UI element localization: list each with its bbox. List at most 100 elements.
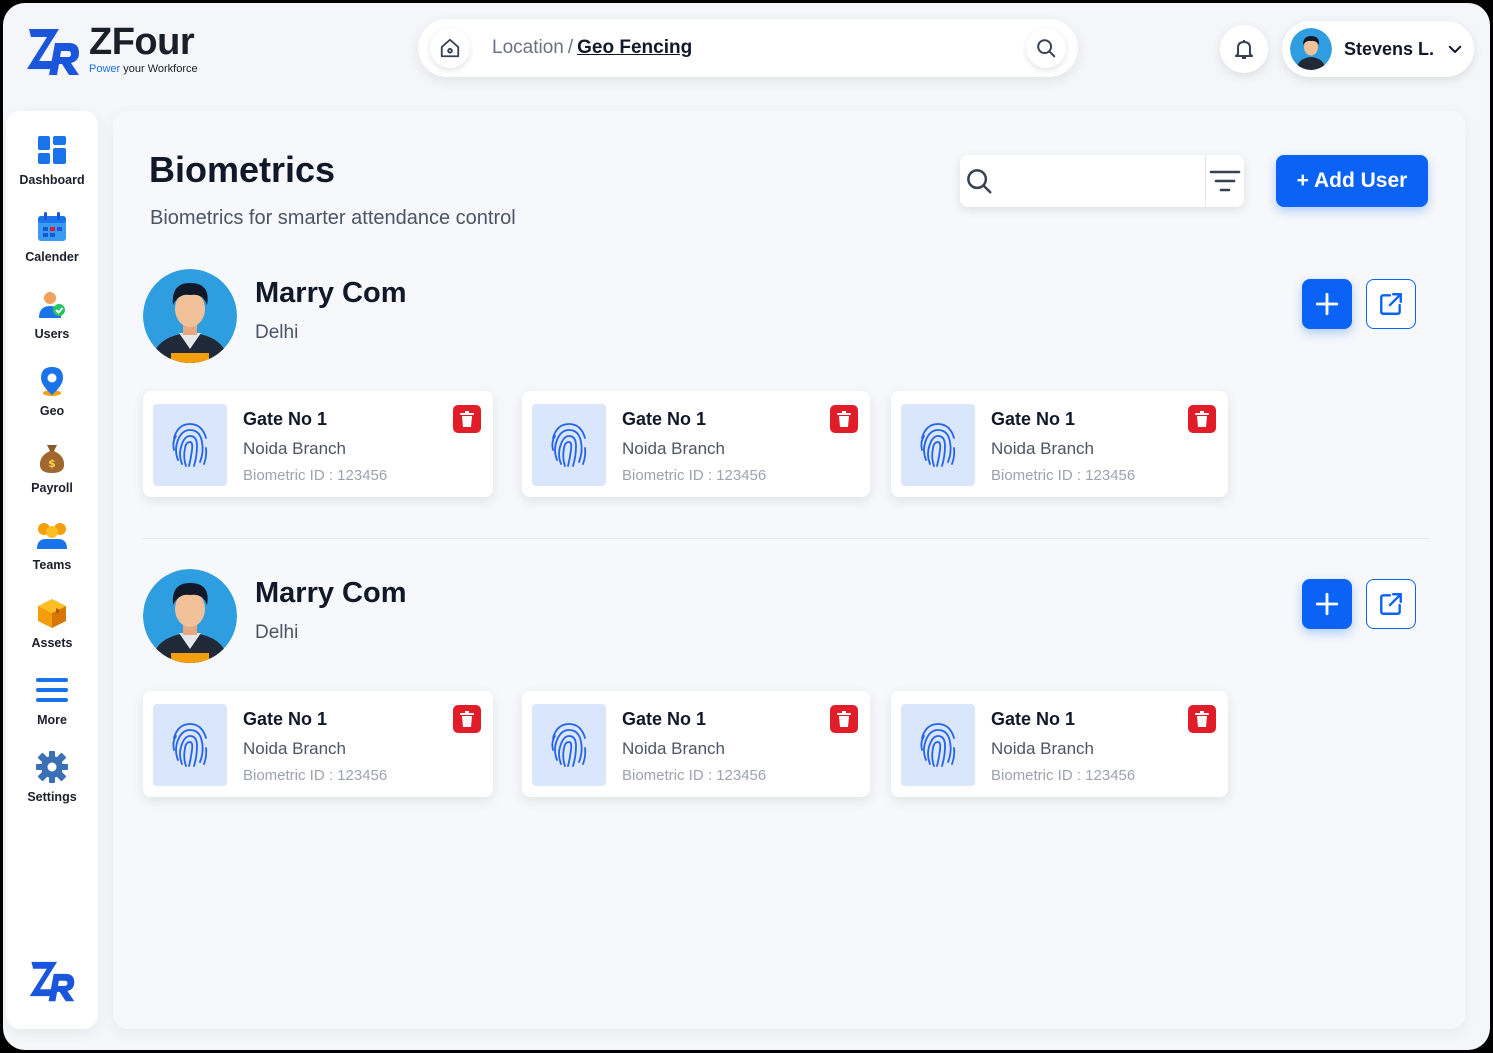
device-card[interactable]: Gate No 1 Noida Branch Biometric ID : 12… (891, 391, 1228, 497)
fingerprint-icon (901, 404, 975, 486)
device-card[interactable]: Gate No 1 Noida Branch Biometric ID : 12… (143, 691, 493, 797)
plus-icon (1315, 592, 1339, 616)
avatar (143, 569, 237, 663)
search-box (960, 155, 1244, 207)
person-group: Marry Com Delhi Gate No 1 Noida Branch B… (113, 269, 1465, 529)
open-external-button[interactable] (1366, 579, 1416, 629)
breadcrumb: Location / Geo Fencing (492, 37, 693, 58)
open-external-button[interactable] (1366, 279, 1416, 329)
device-biometric-id: Biometric ID : 123456 (243, 467, 388, 484)
device-branch: Noida Branch (243, 739, 347, 758)
teams-icon (35, 518, 69, 552)
filter-icon (1209, 170, 1241, 192)
breadcrumb-root[interactable]: Location (492, 37, 564, 58)
sidebar-item-calender[interactable]: Calender (6, 210, 98, 264)
breadcrumb-bar: Location / Geo Fencing (418, 19, 1078, 77)
device-card[interactable]: Gate No 1 Noida Branch Biometric ID : 12… (522, 391, 870, 497)
brand-logo[interactable]: ZFour Power your Workforce (25, 21, 198, 77)
sidebar-item-teams[interactable]: Teams (6, 518, 98, 572)
notifications-button[interactable] (1220, 25, 1268, 73)
fingerprint-icon (901, 704, 975, 786)
users-icon (35, 287, 69, 321)
fingerprint-icon (153, 704, 227, 786)
fingerprint-icon (532, 404, 606, 486)
delete-device-button[interactable] (453, 705, 481, 733)
device-branch: Noida Branch (991, 439, 1095, 458)
svg-text:$: $ (48, 457, 56, 470)
device-gate: Gate No 1 (622, 709, 707, 729)
device-branch: Noida Branch (991, 739, 1095, 758)
trash-icon (1195, 411, 1209, 427)
sidebar-item-geo[interactable]: Geo (6, 364, 98, 418)
menu-icon (35, 673, 69, 707)
device-biometric-id: Biometric ID : 123456 (622, 467, 767, 484)
sidebar-item-dashboard[interactable]: Dashboard (6, 133, 98, 187)
device-biometric-id: Biometric ID : 123456 (243, 767, 388, 784)
geo-pin-icon (35, 364, 69, 398)
person-city: Delhi (255, 622, 299, 643)
delete-device-button[interactable] (453, 405, 481, 433)
search-icon (1037, 39, 1056, 58)
user-name: Stevens L. (1344, 38, 1435, 59)
search-input[interactable] (998, 155, 1206, 207)
bell-icon (1235, 40, 1253, 59)
device-card[interactable]: Gate No 1 Noida Branch Biometric ID : 12… (143, 391, 493, 497)
section-divider (143, 538, 1429, 539)
dashboard-icon (35, 133, 69, 167)
device-biometric-id: Biometric ID : 123456 (991, 767, 1136, 784)
sidebar-item-assets[interactable]: Assets (6, 596, 98, 650)
trash-icon (460, 711, 474, 727)
money-bag-icon: $ (35, 441, 69, 475)
external-link-icon (1380, 593, 1402, 615)
person-group: Marry Com Delhi Gate No 1 Noida Branch B… (113, 569, 1465, 829)
trash-icon (837, 411, 851, 427)
search-icon (967, 169, 992, 194)
device-card[interactable]: Gate No 1 Noida Branch Biometric ID : 12… (891, 691, 1228, 797)
external-link-icon (1380, 293, 1402, 315)
trash-icon (837, 711, 851, 727)
home-button[interactable] (430, 28, 470, 68)
main-panel: Biometrics Biometrics for smarter attend… (113, 111, 1465, 1029)
calendar-icon (35, 210, 69, 244)
device-biometric-id: Biometric ID : 123456 (991, 467, 1136, 484)
device-gate: Gate No 1 (991, 709, 1076, 729)
plus-icon (1315, 292, 1339, 316)
fingerprint-icon (153, 404, 227, 486)
fingerprint-icon (532, 704, 606, 786)
sidebar-item-more[interactable]: More (6, 673, 98, 727)
sidebar: Dashboard Calender Users Geo $ Payroll T… (6, 111, 98, 1029)
filter-button[interactable] (1205, 155, 1244, 207)
add-device-button[interactable] (1302, 279, 1352, 329)
gear-icon (35, 750, 69, 784)
avatar (143, 269, 237, 363)
box-icon (35, 596, 69, 630)
sidebar-item-users[interactable]: Users (6, 287, 98, 341)
avatar (1290, 28, 1332, 70)
delete-device-button[interactable] (830, 405, 858, 433)
zfour-logo-icon (29, 961, 75, 1002)
sidebar-item-settings[interactable]: Settings (6, 750, 98, 804)
global-search-button[interactable] (1026, 28, 1066, 68)
trash-icon (460, 411, 474, 427)
page-subtitle: Biometrics for smarter attendance contro… (150, 207, 516, 229)
add-device-button[interactable] (1302, 579, 1352, 629)
device-branch: Noida Branch (243, 439, 347, 458)
breadcrumb-current[interactable]: Geo Fencing (577, 37, 692, 58)
trash-icon (1195, 711, 1209, 727)
device-branch: Noida Branch (622, 739, 726, 758)
person-name: Marry Com (255, 577, 407, 609)
sidebar-item-payroll[interactable]: $ Payroll (6, 441, 98, 495)
zfour-logo-icon (27, 29, 79, 75)
person-city: Delhi (255, 322, 299, 343)
delete-device-button[interactable] (1188, 705, 1216, 733)
delete-device-button[interactable] (1188, 405, 1216, 433)
brand-name: ZFour (89, 21, 195, 63)
device-gate: Gate No 1 (243, 709, 328, 729)
chevron-down-icon (1448, 45, 1462, 53)
device-biometric-id: Biometric ID : 123456 (622, 767, 767, 784)
delete-device-button[interactable] (830, 705, 858, 733)
user-menu[interactable]: Stevens L. (1282, 21, 1474, 77)
add-user-button[interactable]: + Add User (1276, 155, 1428, 207)
app-window: ZFour Power your Workforce Location / Geo … (3, 3, 1490, 1050)
device-card[interactable]: Gate No 1 Noida Branch Biometric ID : 12… (522, 691, 870, 797)
